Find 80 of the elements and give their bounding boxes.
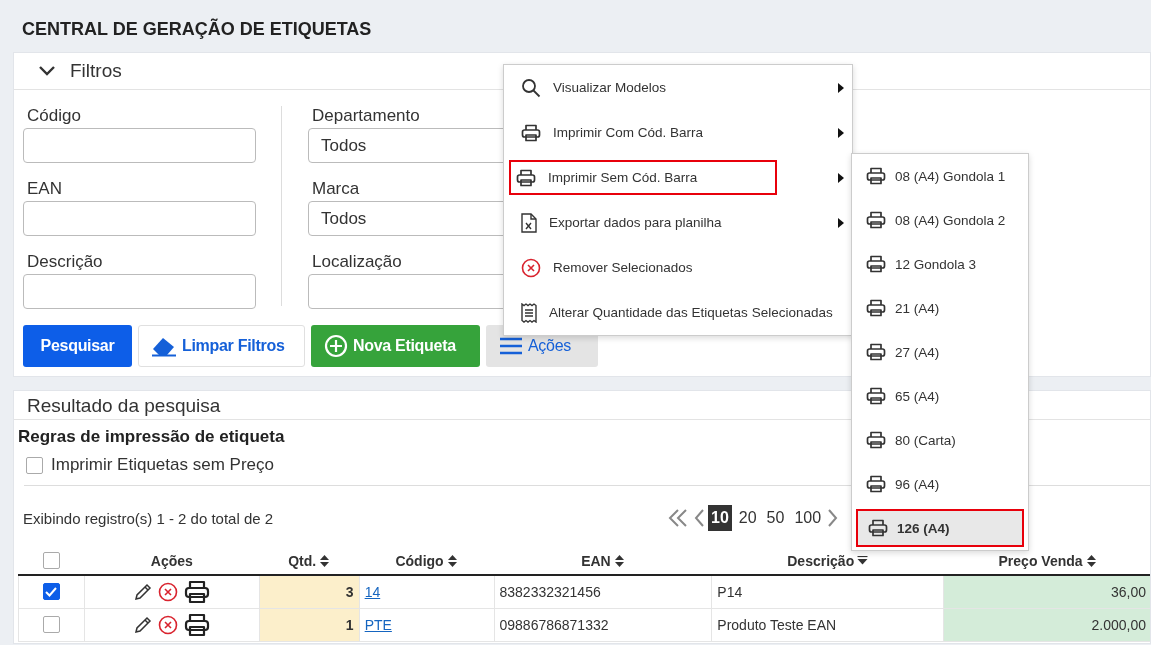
field-label: EAN	[26, 179, 63, 199]
printer-icon	[866, 475, 886, 493]
table-cell: P14	[711, 575, 944, 608]
submenu-item[interactable]: 08 (A4) Gondola 1	[852, 154, 1028, 198]
printer-icon	[866, 167, 886, 185]
clear-filters-button[interactable]: Limpar Filtros	[138, 325, 305, 367]
page-title: CENTRAL DE GERAÇÃO DE ETIQUETAS	[21, 17, 373, 41]
pencil-icon	[133, 582, 152, 601]
field-label: Localização	[311, 252, 403, 272]
remove-icon	[157, 581, 178, 602]
field-label: Departamento	[311, 106, 421, 126]
records-summary: Exibindo registro(s) 1 - 2 do total de 2	[22, 509, 275, 527]
submenu-item[interactable]: 96 (A4)	[852, 462, 1028, 506]
section-title[interactable]: Filtros	[70, 60, 122, 82]
submenu-item[interactable]: 65 (A4)	[852, 374, 1028, 418]
submenu-item[interactable]: 21 (A4)	[852, 286, 1028, 330]
column-header[interactable]: EAN	[581, 552, 611, 569]
code-link[interactable]: PTE	[364, 616, 392, 633]
first-page-icon	[668, 508, 690, 528]
table-cell: 3	[259, 575, 360, 608]
printer-icon	[866, 431, 886, 449]
column-header[interactable]: Preço Venda	[998, 552, 1083, 569]
printer-icon	[183, 612, 210, 637]
search-button[interactable]: Pesquisar	[23, 325, 132, 367]
input-field[interactable]	[23, 201, 256, 236]
menu-item[interactable]: Remover Selecionados	[504, 245, 852, 290]
rules-heading: Regras de impressão de etiqueta	[18, 427, 285, 447]
menu-item[interactable]: Visualizar Modelos	[504, 65, 852, 110]
field-label: Código	[26, 106, 82, 126]
submenu-item[interactable]: 12 Gondola 3	[852, 242, 1028, 286]
table-cell: 36,00	[943, 575, 1150, 608]
submenu-item[interactable]: 80 (Carta)	[852, 418, 1028, 462]
submenu-item[interactable]: 126 (A4)	[856, 509, 1024, 547]
input-field[interactable]	[23, 274, 256, 309]
section-title: Resultado da pesquisa	[27, 395, 221, 416]
table-cell: 1	[259, 608, 360, 641]
previous-page-icon	[694, 508, 704, 528]
spreadsheet-file-icon	[521, 212, 537, 233]
remove-icon	[157, 614, 178, 635]
printer-icon	[866, 343, 886, 361]
row-checkbox[interactable]	[42, 616, 60, 633]
submenu-item[interactable]: 08 (A4) Gondola 2	[852, 198, 1028, 242]
field-label: Marca	[311, 179, 361, 199]
row-checkbox[interactable]	[42, 583, 60, 601]
pencil-icon	[133, 615, 152, 634]
page-size-option[interactable]: 10	[708, 505, 732, 531]
printer-icon	[866, 387, 886, 405]
receipt-icon	[521, 302, 537, 323]
field-label: Descrição	[26, 252, 104, 272]
checkbox[interactable]	[26, 456, 43, 474]
printer-icon	[866, 299, 886, 317]
check-icon	[45, 586, 58, 597]
next-page-icon	[828, 508, 839, 528]
table-cell: 8382332321456	[494, 575, 712, 608]
column-header[interactable]: Qtd.	[288, 552, 317, 569]
submenu-item[interactable]: 27 (A4)	[852, 330, 1028, 374]
table-cell: 2.000,00	[943, 608, 1150, 641]
menu-icon	[499, 336, 523, 356]
printer-icon	[866, 255, 886, 273]
eraser-icon	[151, 335, 177, 357]
column-header: Ações	[150, 552, 193, 569]
input-field[interactable]	[23, 128, 256, 163]
plus-circle-icon	[324, 334, 348, 358]
table-cell: Produto Teste EAN	[711, 608, 944, 641]
code-link[interactable]: 14	[364, 583, 381, 600]
search-icon	[521, 77, 541, 98]
remove-icon	[521, 257, 541, 278]
printer-icon	[521, 123, 541, 142]
column-header[interactable]: Descrição	[787, 552, 855, 569]
page-size-option[interactable]: 100	[791, 505, 825, 531]
checkbox-label[interactable]: Imprimir Etiquetas sem Preço	[51, 455, 274, 475]
select-all-checkbox[interactable]	[42, 552, 60, 569]
column-header[interactable]: Código	[395, 552, 444, 569]
printer-icon	[183, 579, 210, 604]
printer-icon	[868, 519, 888, 537]
page-size-option[interactable]: 20	[735, 505, 760, 531]
table-cell: 09886786871332	[494, 608, 712, 641]
printer-icon	[516, 168, 536, 187]
printer-icon	[866, 211, 886, 229]
page-size-option[interactable]: 50	[763, 505, 788, 531]
